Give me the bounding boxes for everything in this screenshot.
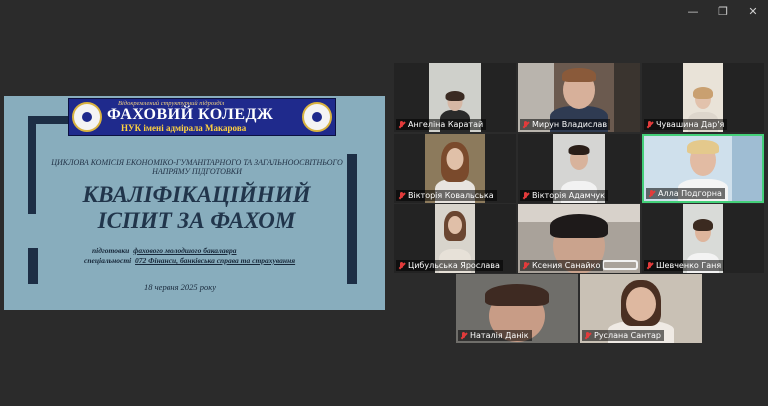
participant-name: Чувашина Дар'я: [656, 120, 725, 129]
participant-tile-active-speaker[interactable]: Алла Подгорна: [642, 134, 764, 203]
commission-heading: ЦИКЛОВА КОМІСІЯ ЕКОНОМІКО-ГУМАНІТАРНОГО …: [51, 158, 343, 176]
participant-name: Наталія Данік: [470, 331, 529, 340]
participant-name-tag: Ангеліна Каратай: [396, 119, 487, 130]
mic-muted-icon: [398, 261, 406, 270]
participant-tile[interactable]: Наталія Данік: [456, 274, 578, 343]
exam-title-line: ІСПИТ ЗА ФАХОМ: [97, 208, 296, 233]
participant-tile[interactable]: Руслана Сантар: [580, 274, 702, 343]
mic-muted-icon: [646, 120, 654, 129]
mic-muted-icon: [460, 331, 468, 340]
college-emblem-icon: [72, 102, 102, 132]
coat-of-arms-icon: [302, 102, 332, 132]
exam-title-line: КВАЛІФІКАЦІЙНИЙ: [82, 182, 311, 207]
participant-name-tag: Алла Подгорна: [646, 188, 725, 199]
preparation-label: підготовки: [92, 246, 130, 255]
mic-muted-icon: [584, 331, 592, 340]
exam-date: 18 червня 2025 року: [144, 282, 217, 292]
mic-muted-icon: [522, 191, 530, 200]
participant-name-tag: Шевченко Ганя: [644, 260, 725, 271]
close-icon[interactable]: ✕: [738, 0, 768, 22]
mic-muted-icon: [648, 189, 656, 198]
college-logo-banner: Відокремлений структурний підрозділ ФАХО…: [68, 98, 336, 136]
preparation-value: фахового молодшого бакалавра: [133, 246, 237, 255]
shared-slide: Відокремлений структурний підрозділ ФАХО…: [4, 96, 385, 310]
participant-name: Мирун Владислав: [532, 120, 608, 129]
mic-muted-icon: [522, 261, 530, 270]
participant-name: Шевченко Ганя: [656, 261, 722, 270]
university-name: НУК імені адмірала Макарова: [121, 123, 247, 133]
participant-name-tag: Ксения Санайко: [520, 260, 604, 271]
participant-tile[interactable]: Шевченко Ганя: [642, 204, 764, 273]
participant-name-tag: Чувашина Дар'я: [644, 119, 728, 130]
participant-name-tag: Наталія Данік: [458, 330, 532, 341]
specialty-line: спеціальності 072 Фінанси, банківська сп…: [84, 256, 295, 265]
participant-tile[interactable]: Вікторія Ковальська: [394, 134, 516, 203]
mic-muted-icon: [398, 120, 406, 129]
participant-name: Ксения Санайко: [532, 261, 601, 270]
participant-name: Руслана Сантар: [594, 331, 662, 340]
window-controls: — ❐ ✕: [678, 0, 768, 22]
college-title: ФАХОВИЙ КОЛЕДЖ: [107, 106, 274, 123]
exam-title: КВАЛІФІКАЦІЙНИЙ ІСПИТ ЗА ФАХОМ: [44, 182, 349, 234]
minimize-icon[interactable]: —: [678, 0, 708, 22]
participant-name: Алла Подгорна: [658, 189, 722, 198]
participant-name-tag: Вікторія Адамчук: [520, 190, 608, 201]
mic-muted-icon: [522, 120, 530, 129]
participant-tile[interactable]: Ангеліна Каратай: [394, 63, 516, 132]
specialty-value: 072 Фінанси, банківська справа та страху…: [135, 256, 296, 265]
participant-name-tag: Цибульська Ярослава: [396, 260, 503, 271]
participant-tile[interactable]: Ксения Санайко: [518, 204, 640, 273]
participant-tile[interactable]: Вікторія Адамчук: [518, 134, 640, 203]
mic-muted-icon: [646, 261, 654, 270]
maximize-icon[interactable]: ❐: [708, 0, 738, 22]
participant-name: Вікторія Адамчук: [532, 191, 605, 200]
participant-name: Цибульська Ярослава: [408, 261, 500, 270]
participant-tile[interactable]: Цибульська Ярослава: [394, 204, 516, 273]
participant-name: Вікторія Ковальська: [408, 191, 494, 200]
preparation-line: підготовки фахового молодшого бакалавра: [92, 246, 237, 255]
participant-name: Ангеліна Каратай: [408, 120, 484, 129]
participant-name-tag: Вікторія Ковальська: [396, 190, 497, 201]
participant-tile[interactable]: Мирун Владислав: [518, 63, 640, 132]
participant-name-tag: Мирун Владислав: [520, 119, 611, 130]
slide-decor-bar: [28, 248, 38, 284]
specialty-label: спеціальності: [84, 256, 132, 265]
participant-name-tag: Руслана Сантар: [582, 330, 665, 341]
participant-tile[interactable]: Чувашина Дар'я: [642, 63, 764, 132]
mic-muted-icon: [398, 191, 406, 200]
